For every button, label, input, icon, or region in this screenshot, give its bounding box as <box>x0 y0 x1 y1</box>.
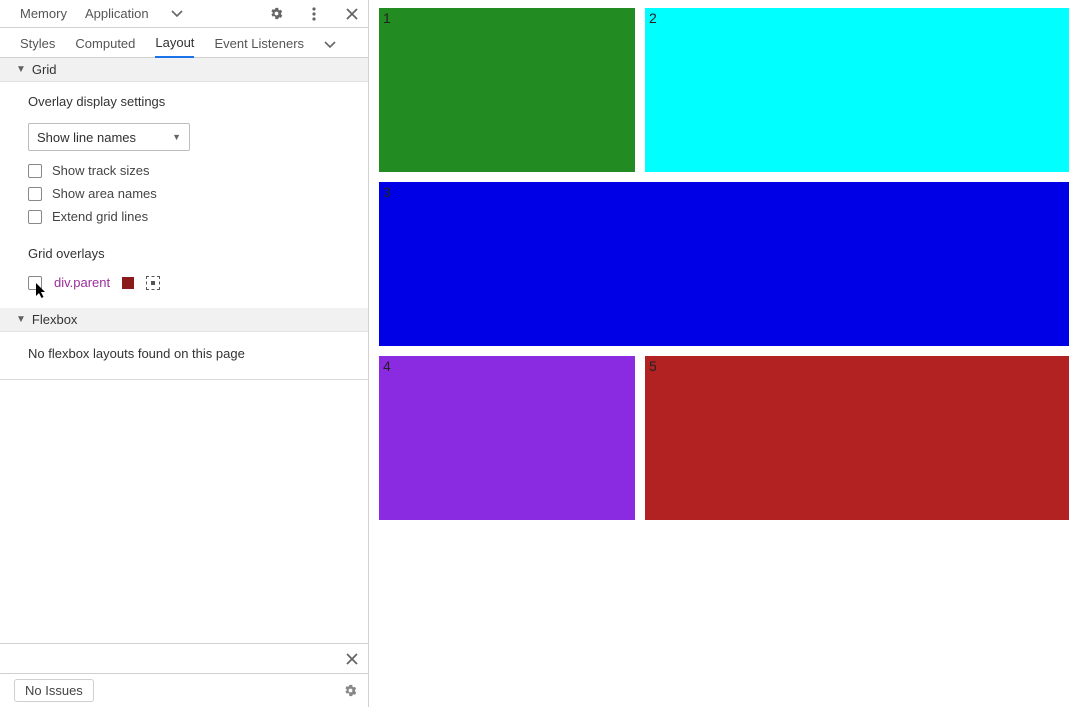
close-devtools-icon[interactable] <box>342 4 362 24</box>
grid-overlay-color-swatch[interactable] <box>122 277 134 289</box>
grid-cell-1: 1 <box>379 8 635 172</box>
line-names-select[interactable]: Show line names ▼ <box>28 123 190 151</box>
collapse-triangle-icon: ▼ <box>16 314 26 325</box>
devtools-footer: No Issues <box>0 673 368 707</box>
grid-overlays-title: Grid overlays <box>28 246 350 261</box>
grid-overlay-element-name[interactable]: div.parent <box>54 275 110 290</box>
more-sub-tabs-icon[interactable] <box>324 39 336 57</box>
show-area-names-row[interactable]: Show area names <box>28 186 350 201</box>
main-tab-bar: Memory Application <box>0 0 368 28</box>
devtools-panel: Memory Application Styles Computed Layou… <box>0 0 369 707</box>
more-tabs-icon[interactable] <box>167 4 187 24</box>
grid-section-title: Grid <box>32 62 57 77</box>
footer-settings-icon[interactable] <box>343 683 358 698</box>
no-issues-badge[interactable]: No Issues <box>14 679 94 702</box>
show-area-names-checkbox[interactable] <box>28 187 42 201</box>
tab-layout[interactable]: Layout <box>155 35 194 58</box>
reveal-element-icon[interactable] <box>146 276 160 290</box>
chevron-down-icon: ▼ <box>172 132 181 142</box>
grid-overlay-checkbox[interactable] <box>28 276 42 290</box>
extend-grid-lines-label: Extend grid lines <box>52 209 148 224</box>
flexbox-section-body: No flexbox layouts found on this page <box>0 332 368 380</box>
show-track-sizes-label: Show track sizes <box>52 163 150 178</box>
grid-cell-3: 3 <box>379 182 1069 346</box>
tab-memory[interactable]: Memory <box>20 6 67 21</box>
kebab-menu-icon[interactable] <box>304 4 324 24</box>
flexbox-section-title: Flexbox <box>32 312 78 327</box>
settings-icon[interactable] <box>266 4 286 24</box>
grid-section-header[interactable]: ▼ Grid <box>0 58 368 82</box>
page-preview: 1 2 3 4 5 <box>369 0 1079 707</box>
grid-cell-2: 2 <box>645 8 1069 172</box>
show-area-names-label: Show area names <box>52 186 157 201</box>
extend-grid-lines-row[interactable]: Extend grid lines <box>28 209 350 224</box>
elements-sub-tabbar: Styles Computed Layout Event Listeners <box>0 28 368 58</box>
line-names-select-value: Show line names <box>37 130 136 145</box>
grid-overlay-item: div.parent <box>28 275 350 290</box>
grid-section-body: Overlay display settings Show line names… <box>0 82 368 308</box>
tab-computed[interactable]: Computed <box>75 36 135 57</box>
close-drawer-icon[interactable] <box>346 653 358 665</box>
grid-cell-5: 5 <box>645 356 1069 520</box>
extend-grid-lines-checkbox[interactable] <box>28 210 42 224</box>
collapse-triangle-icon: ▼ <box>16 64 26 75</box>
flexbox-section-header[interactable]: ▼ Flexbox <box>0 308 368 332</box>
grid-cell-4: 4 <box>379 356 635 520</box>
tab-styles[interactable]: Styles <box>20 36 55 57</box>
show-track-sizes-row[interactable]: Show track sizes <box>28 163 350 178</box>
flexbox-empty-text: No flexbox layouts found on this page <box>28 346 245 361</box>
panel-empty-space <box>0 380 368 643</box>
grid-parent: 1 2 3 4 5 <box>379 8 1069 520</box>
tab-application[interactable]: Application <box>85 6 149 21</box>
overlay-display-settings-title: Overlay display settings <box>28 94 350 109</box>
console-drawer-strip <box>0 643 368 673</box>
show-track-sizes-checkbox[interactable] <box>28 164 42 178</box>
tab-event-listeners[interactable]: Event Listeners <box>214 36 304 57</box>
